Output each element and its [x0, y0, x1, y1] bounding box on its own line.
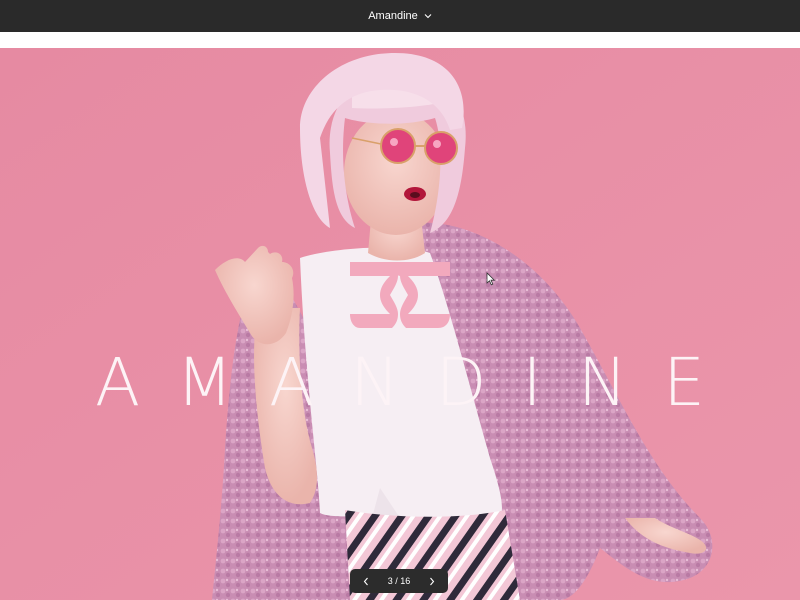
slide-counter: 3 / 16 [387, 576, 411, 586]
mouse-cursor-icon [486, 272, 496, 286]
slide-top-margin [0, 32, 800, 48]
slide-pager: 3 / 16 [350, 569, 448, 593]
previous-slide-button[interactable] [356, 571, 376, 591]
brand-wordmark: AMANDINE [95, 344, 741, 421]
chevron-down-icon [424, 14, 432, 19]
slide-canvas: AMANDINE 3 / 16 [0, 48, 800, 600]
amandine-logo-icon [350, 262, 450, 328]
next-slide-button[interactable] [422, 571, 442, 591]
presentation-title: Amandine [368, 10, 418, 22]
chevron-left-icon [363, 577, 368, 585]
chevron-right-icon [430, 577, 435, 585]
presentation-title-dropdown[interactable]: Amandine [368, 10, 432, 22]
top-bar: Amandine [0, 0, 800, 32]
